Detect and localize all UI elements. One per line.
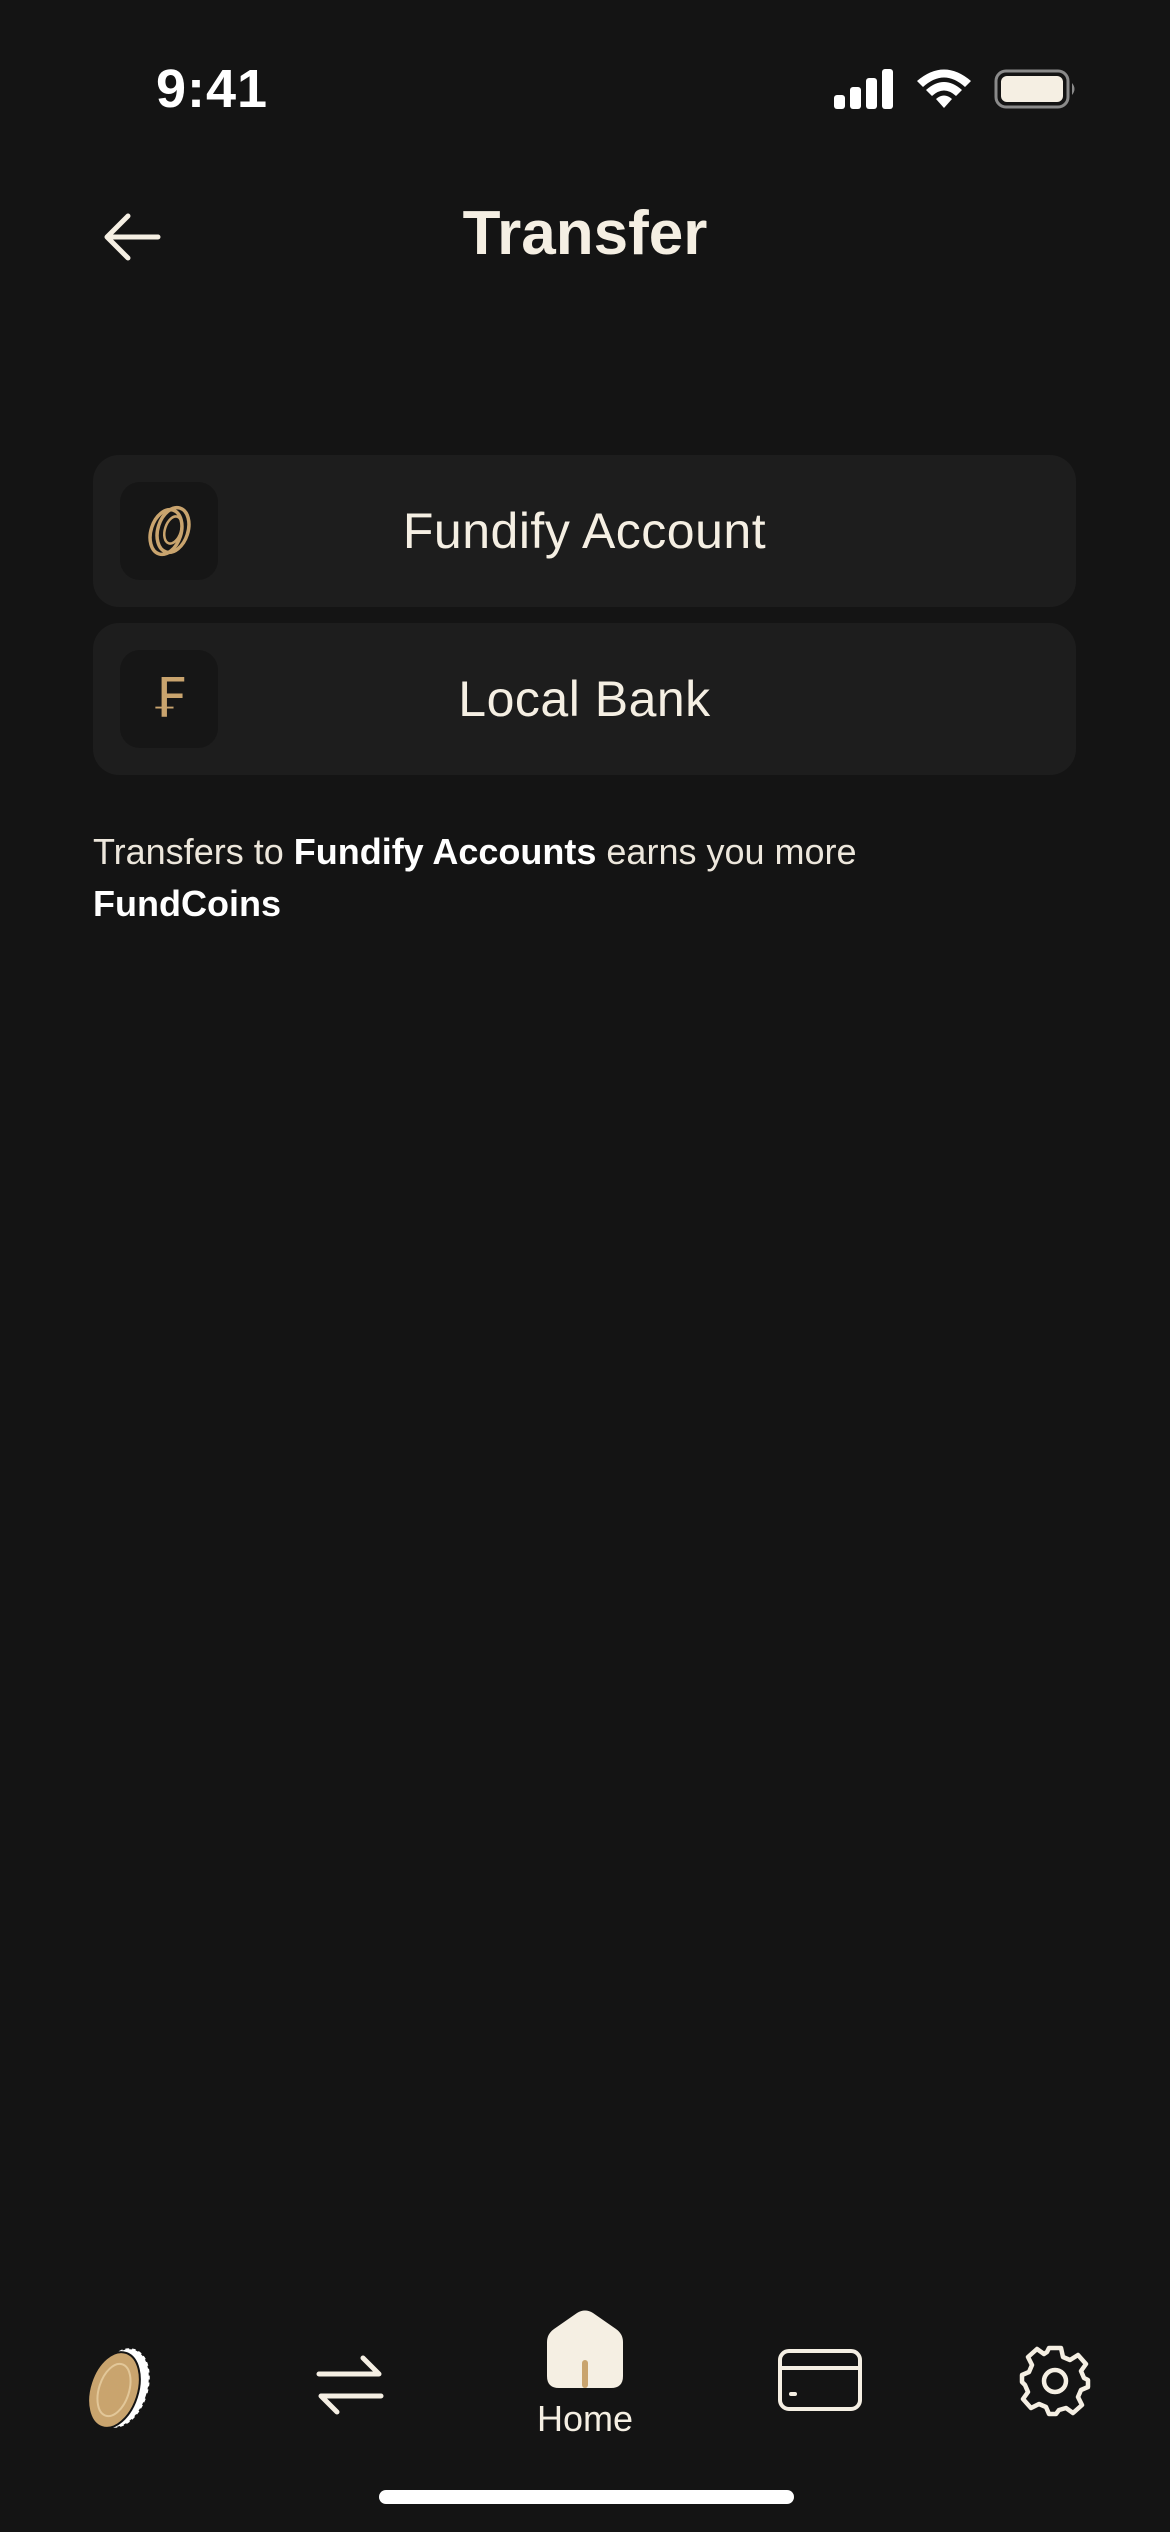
- option-fundify-account[interactable]: Fundify Account: [93, 455, 1076, 607]
- battery-icon: [994, 69, 1075, 109]
- info-middle: earns you more: [596, 831, 857, 872]
- status-bar: 9:41: [0, 0, 1170, 180]
- status-icons: [834, 68, 1078, 110]
- status-time: 9:41: [156, 59, 269, 119]
- option-label: Fundify Account: [402, 503, 767, 559]
- info-highlight-fundify-accounts: Fundify Accounts: [293, 831, 597, 872]
- option-label: Local Bank: [458, 671, 711, 727]
- header: Transfer: [0, 180, 1170, 290]
- page-title: Transfer: [462, 199, 708, 268]
- transfer-arrows-icon: [316, 2355, 384, 2415]
- home-icon: [547, 2310, 623, 2388]
- tab-fundcoins[interactable]: [70, 2342, 170, 2502]
- info-highlight-fundcoins: FundCoins: [93, 883, 281, 924]
- fundcoins-info-text: Transfers to Fundify Accounts earns you …: [93, 826, 1073, 930]
- tab-home-label: Home: [536, 2398, 634, 2439]
- home-indicator: [379, 2490, 794, 2504]
- credit-card-icon: [778, 2349, 862, 2411]
- tab-home[interactable]: Home: [510, 2310, 660, 2470]
- option-local-bank[interactable]: ₣ Local Bank: [93, 623, 1076, 775]
- tab-transfer[interactable]: [300, 2352, 400, 2512]
- wifi-icon: [917, 69, 971, 108]
- tab-cards[interactable]: [770, 2348, 870, 2508]
- tab-settings[interactable]: [1005, 2344, 1105, 2504]
- fundcoin-icon: [87, 2347, 151, 2429]
- gear-icon: [1019, 2345, 1091, 2417]
- cellular-signal-icon: [834, 69, 893, 109]
- info-prefix: Transfers to: [93, 831, 294, 872]
- tab-bar: Home: [0, 2290, 1170, 2460]
